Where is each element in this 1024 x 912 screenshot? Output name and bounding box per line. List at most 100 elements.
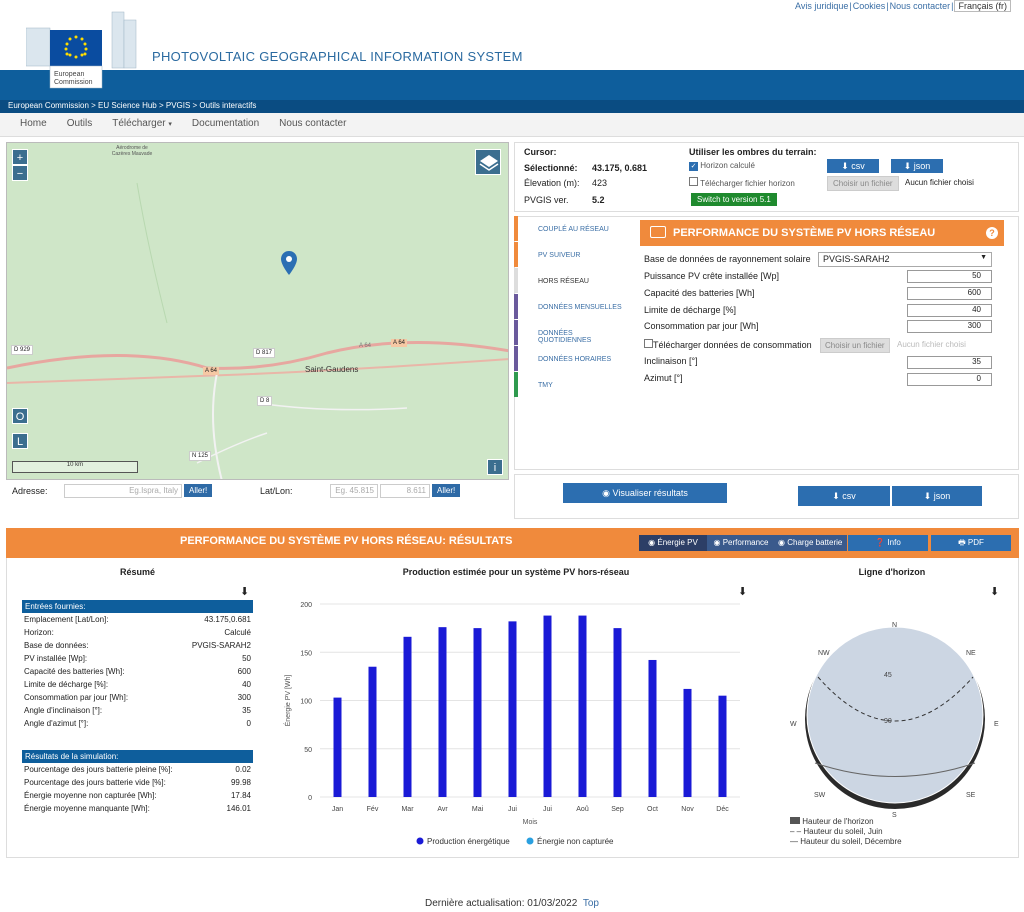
version-value: 5.2 <box>592 195 605 205</box>
battery-input[interactable]: 600 <box>907 287 992 300</box>
y-tick-label: 100 <box>300 699 312 706</box>
zoom-out-button[interactable]: − <box>12 165 28 181</box>
eye-icon: ◉ <box>648 538 656 547</box>
top-link[interactable]: Top <box>583 898 599 909</box>
address-label: Adresse: <box>12 486 48 496</box>
tab-battery-label: Charge batterie <box>787 538 843 547</box>
db-select[interactable]: PVGIS-SARAH2 ▼ <box>818 252 992 267</box>
nav-documentation[interactable]: Documentation <box>182 113 269 134</box>
horizon-checkbox-row[interactable]: ✓ Horizon calculé <box>689 161 755 171</box>
table-row: Consommation par jour [Wh]: 300 <box>22 691 253 704</box>
azimuth-input[interactable]: 0 <box>907 373 992 386</box>
dir-ne: NE <box>966 650 976 657</box>
inclination-input[interactable]: 35 <box>907 356 992 369</box>
tab-performance-label: Performance <box>722 538 769 547</box>
row-label: Limite de décharge [%]: <box>24 680 109 689</box>
footer: Dernière actualisation: 01/03/2022 Top <box>0 898 1024 909</box>
y-tick-label: 50 <box>304 747 312 754</box>
nav-download[interactable]: Télécharger ▾ <box>102 113 182 134</box>
address-go-button[interactable]: Aller! <box>184 484 213 497</box>
chart-title: Production estimée pour un système PV ho… <box>402 567 630 577</box>
breadcrumb[interactable]: European Commission > EU Science Hub > P… <box>0 100 1024 113</box>
download-icon[interactable]: ⬇ <box>990 585 999 598</box>
checkbox-icon[interactable] <box>689 177 698 186</box>
cursor-title: Cursor: <box>524 147 557 157</box>
map-button-o[interactable]: O <box>12 408 28 424</box>
info-icon: ❓ <box>875 538 886 547</box>
legend-uncaptured: Énergie non capturée <box>537 837 614 846</box>
x-tick-label: Déc <box>716 806 729 813</box>
upload-consumption-row[interactable]: Télécharger données de consommation <box>644 339 812 350</box>
checkbox-checked-icon[interactable]: ✓ <box>689 162 698 171</box>
horizon-json-button[interactable]: ⬇ json <box>891 159 943 173</box>
help-icon[interactable]: ? <box>986 227 998 239</box>
map-pin-icon[interactable] <box>281 251 297 275</box>
download-icon[interactable]: ⬇ <box>240 585 249 598</box>
x-tick-label: Nov <box>681 806 694 813</box>
action-bar: ◉ Visualiser résultats ⬇ csv ⬇ json <box>514 474 1019 519</box>
horizon-csv-button[interactable]: ⬇ csv <box>827 159 879 173</box>
language-select[interactable]: Français (fr) <box>954 0 1011 12</box>
tab-battery[interactable]: ◉ Charge batterie <box>775 535 847 551</box>
map-info-button[interactable]: i <box>487 459 503 475</box>
selected-value: 43.175, 0.681 <box>592 163 648 173</box>
row-label: Angle d'inclinaison [°]: <box>24 706 103 715</box>
table-row: PV installée [Wp]: 50 <box>22 652 253 665</box>
row-value: 17.84 <box>230 791 251 800</box>
upload-horizon-row[interactable]: Télécharger fichier horizon <box>689 177 795 188</box>
results-json-button[interactable]: ⬇ json <box>892 486 982 506</box>
tab-3[interactable]: DONNÉES MENSUELLES <box>514 294 626 319</box>
legend-december: — Hauteur du soleil, Décembre <box>790 837 902 847</box>
tab-4[interactable]: DONNÉES QUOTIDIENNES <box>514 320 626 345</box>
legal-link[interactable]: Avis juridique <box>795 1 848 11</box>
layers-icon[interactable] <box>475 149 501 175</box>
row-label: Énergie moyenne non capturée [Wh]: <box>24 791 157 800</box>
road-label-d8: D 8 <box>257 396 273 406</box>
switch-version-button[interactable]: Switch to version 5.1 <box>691 193 777 206</box>
zoom-in-button[interactable]: + <box>12 149 28 165</box>
tab-0[interactable]: COUPLÉ AU RÉSEAU <box>514 216 626 241</box>
y-tick-label: 150 <box>300 650 312 657</box>
tab-6[interactable]: TMY <box>514 372 626 397</box>
table-row: Angle d'inclinaison [°]: 35 <box>22 704 253 717</box>
contact-link[interactable]: Nous contacter <box>890 1 951 11</box>
visualize-button[interactable]: ◉ Visualiser résultats <box>563 483 727 503</box>
checkbox-icon[interactable] <box>644 339 653 348</box>
row-label: Base de données: <box>24 641 89 650</box>
info-button[interactable]: ❓ Info <box>848 535 928 551</box>
x-tick-label: Mar <box>401 806 414 813</box>
address-input[interactable]: Eg.Ispra, Italy <box>64 484 182 498</box>
download-icon: ⬇ <box>903 161 912 171</box>
pdf-button[interactable]: 🖶 PDF <box>931 535 1011 551</box>
tab-1[interactable]: PV SUIVEUR <box>514 242 626 267</box>
latlon-go-button[interactable]: Aller! <box>432 484 461 497</box>
choose-consumption-file-button[interactable]: Choisir un fichier <box>820 338 890 353</box>
results-csv-button[interactable]: ⬇ csv <box>798 486 890 506</box>
horizon-csv-label: csv <box>851 161 865 171</box>
horizon-file-status: Aucun fichier choisi <box>905 178 974 187</box>
nav-tools[interactable]: Outils <box>57 113 103 134</box>
tab-performance[interactable]: ◉ Performance <box>707 535 775 551</box>
airport-label: Aérodrome de Cazères Mauvade <box>111 145 153 157</box>
tab-2[interactable]: HORS RÉSEAU <box>514 268 626 293</box>
lat-input[interactable]: Eg. 45.815 <box>330 484 378 498</box>
cookies-link[interactable]: Cookies <box>853 1 886 11</box>
map[interactable]: D 929 D 817 A 64 A 64 A 64 Saint-Gaudens… <box>6 142 509 480</box>
map-roads <box>7 182 508 479</box>
tab-pv-energy[interactable]: ◉ Énergie PV <box>639 535 707 551</box>
table-row: Base de données: PVGIS-SARAH2 <box>22 639 253 652</box>
consumption-input[interactable]: 300 <box>907 320 992 333</box>
table-row: Énergie moyenne manquante [Wh]: 146.01 <box>22 802 253 815</box>
choose-horizon-file-button[interactable]: Choisir un fichier <box>827 176 899 191</box>
pv-input[interactable]: 50 <box>907 270 992 283</box>
bar <box>508 621 517 797</box>
lon-input[interactable]: 8.611 <box>380 484 430 498</box>
nav-home[interactable]: Home <box>10 113 57 134</box>
bar <box>333 697 342 797</box>
nav-contact[interactable]: Nous contacter <box>269 113 356 134</box>
map-button-l[interactable]: L <box>12 433 28 449</box>
legend-june: – – Hauteur du soleil, Juin <box>790 827 902 837</box>
tab-5[interactable]: DONNÉES HORAIRES <box>514 346 626 371</box>
download-icon: ⬇ <box>923 491 932 501</box>
discharge-input[interactable]: 40 <box>907 304 992 317</box>
